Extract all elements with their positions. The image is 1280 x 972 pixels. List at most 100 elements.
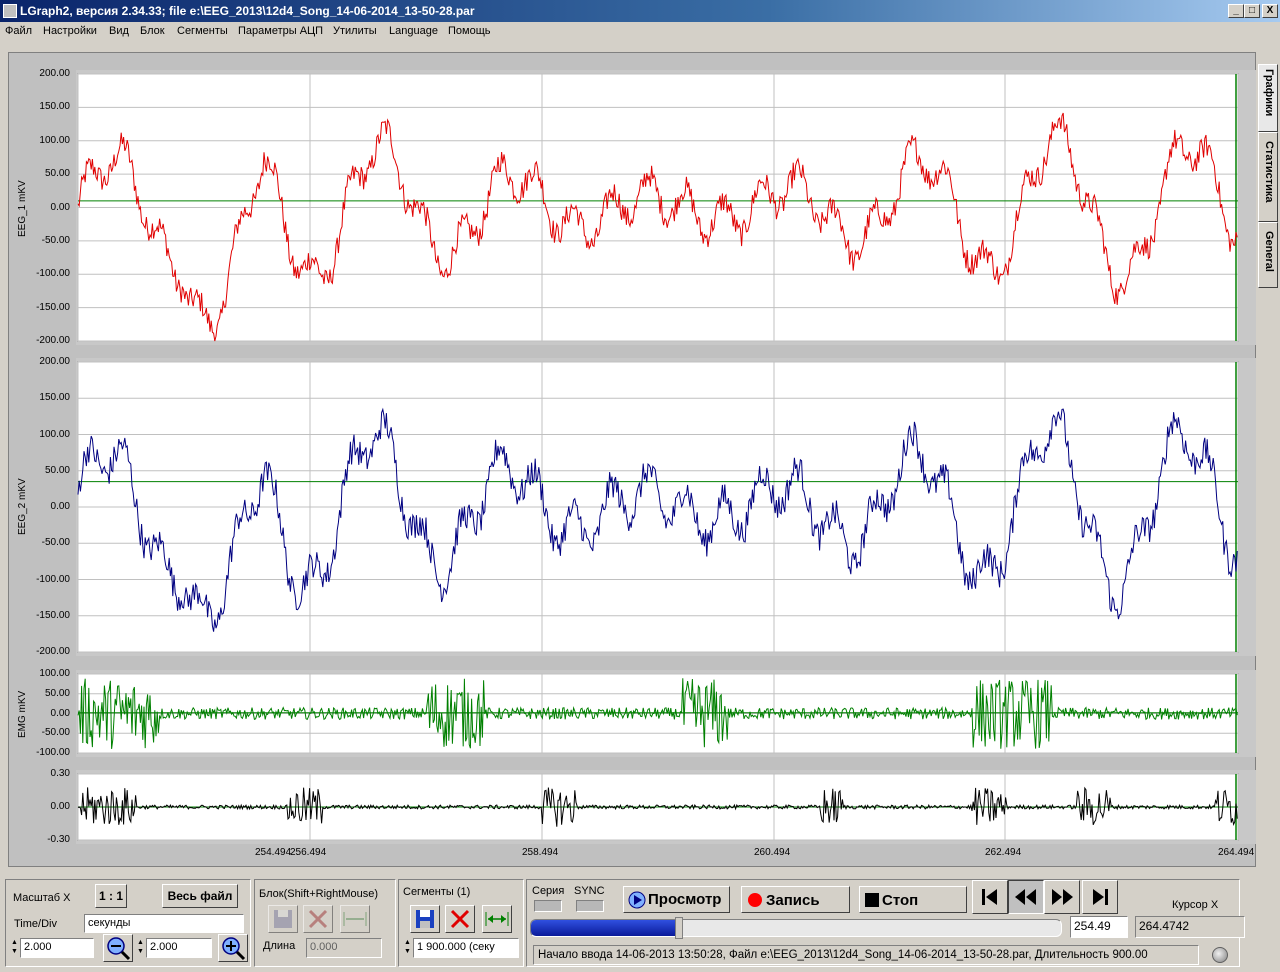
- y-tick-label: -100.00: [36, 573, 70, 585]
- zoom-out-button[interactable]: [103, 934, 133, 962]
- y-tick-label: 100.00: [39, 668, 70, 679]
- status-line: Начало ввода 14-06-2013 13:50:28, Файл e…: [533, 945, 1199, 965]
- y-tick-label: 0.00: [50, 201, 70, 213]
- y-tick-label: -50.00: [41, 537, 70, 549]
- ratio-button[interactable]: 1 : 1: [95, 884, 127, 908]
- tab-general-label: General: [1263, 231, 1275, 272]
- menu-view[interactable]: Вид: [109, 25, 129, 37]
- skip-start-icon: [982, 889, 997, 905]
- y-tick-label: -200.00: [36, 646, 70, 657]
- fit-icon: [343, 912, 367, 926]
- y-tick-label: 150.00: [39, 101, 70, 113]
- spin-b-icon[interactable]: ▲ ▼: [136, 938, 145, 958]
- series-indicator: [534, 900, 562, 912]
- y-tick-label: 50.00: [44, 464, 70, 476]
- y-tick-label: -50.00: [41, 727, 70, 739]
- tab-graphs-label: Графики: [1263, 69, 1275, 117]
- length-label: Длина: [263, 940, 296, 952]
- zoom-in-icon: [222, 937, 246, 961]
- record-button[interactable]: Запись: [741, 886, 850, 913]
- menu-segments[interactable]: Сегменты: [177, 25, 228, 37]
- whole-file-button[interactable]: Весь файл: [162, 884, 238, 908]
- menu-adc-params[interactable]: Параметры АЦП: [238, 25, 323, 37]
- segment-save-button[interactable]: [410, 905, 440, 933]
- timediv-label: Time/Div: [14, 918, 57, 930]
- block-fit-button[interactable]: [340, 905, 370, 933]
- fit-icon: [485, 912, 509, 926]
- y-tick-label: -50.00: [41, 234, 70, 246]
- zoom-out-icon: [107, 937, 131, 961]
- series-label: Серия: [532, 885, 565, 897]
- cursor-value: 264.4742: [1135, 916, 1245, 938]
- y-tick-label: 50.00: [44, 168, 70, 180]
- x-tick-label: 264.494: [1218, 847, 1255, 858]
- zoom-in-button[interactable]: [218, 934, 248, 962]
- y-tick-label: -150.00: [36, 301, 70, 313]
- minimize-button[interactable]: _: [1228, 4, 1244, 18]
- y-tick-label: 200.00: [39, 356, 70, 367]
- record-button-label: Запись: [766, 892, 820, 909]
- menu-file[interactable]: Файл: [5, 25, 32, 37]
- plot-frame: [8, 52, 1256, 867]
- record-icon: [748, 893, 762, 907]
- value-b-input[interactable]: 2.000: [146, 938, 212, 958]
- view-button[interactable]: Просмотр: [623, 886, 730, 913]
- tab-statistics-label: Статистика: [1263, 141, 1275, 203]
- x-tick-label: 254.494: [255, 847, 292, 858]
- menu-settings[interactable]: Настройки: [43, 25, 97, 37]
- app-icon: [3, 4, 17, 18]
- segment-delete-button[interactable]: [445, 905, 475, 933]
- close-button[interactable]: X: [1262, 4, 1278, 18]
- value-a-input[interactable]: 2.000: [20, 938, 94, 958]
- menu-help[interactable]: Помощь: [448, 25, 491, 37]
- block-delete-button[interactable]: [303, 905, 333, 933]
- fast-forward-button[interactable]: [1044, 880, 1080, 914]
- go-end-button[interactable]: [1082, 880, 1118, 914]
- menu-language[interactable]: Language: [389, 25, 438, 37]
- sync-label: SYNC: [574, 885, 605, 897]
- stop-icon: [865, 893, 879, 907]
- stop-button-label: Стоп: [882, 892, 919, 909]
- segment-fit-button[interactable]: [482, 905, 512, 933]
- cursor-label: Курсор X: [1172, 899, 1219, 911]
- tab-graphs[interactable]: Графики: [1258, 64, 1278, 132]
- save-icon: [416, 910, 434, 928]
- stop-button[interactable]: Стоп: [859, 886, 967, 913]
- y-tick-label: -100.00: [36, 747, 70, 758]
- window-title: LGraph2, версия 2.34.33; file e:\EEG_201…: [20, 4, 475, 18]
- rewind-button[interactable]: [1008, 880, 1044, 914]
- y-tick-label: 0.00: [50, 501, 70, 512]
- length-value: 0.000: [306, 938, 382, 958]
- y-tick-label: -0.30: [47, 834, 70, 845]
- y-tick-label: -200.00: [36, 335, 70, 346]
- segment-spin-icon[interactable]: ▲ ▼: [403, 938, 412, 958]
- position-input[interactable]: 254.49: [1070, 916, 1128, 938]
- x-tick-label: 256.494: [290, 847, 327, 858]
- y-tick-label: 100.00: [39, 134, 70, 146]
- y-tick-label: 0.30: [50, 768, 70, 779]
- menu-block[interactable]: Блок: [140, 25, 165, 37]
- y-tick-label: 200.00: [39, 68, 70, 79]
- block-save-button[interactable]: [268, 905, 298, 933]
- y-tick-label: -150.00: [36, 609, 70, 621]
- maximize-button[interactable]: □: [1244, 4, 1260, 18]
- x-tick-label: 262.494: [985, 847, 1022, 858]
- segments-title: Сегменты (1): [403, 886, 471, 898]
- tab-general[interactable]: General: [1258, 222, 1278, 288]
- menu-utilities[interactable]: Утилиты: [333, 25, 377, 37]
- go-start-button[interactable]: [972, 880, 1008, 914]
- delete-icon: [308, 909, 328, 929]
- x-tick-label: 260.494: [754, 847, 791, 858]
- tab-statistics[interactable]: Статистика: [1258, 132, 1278, 222]
- progress-track[interactable]: [530, 919, 1062, 937]
- segment-select[interactable]: 1 900.000 (секу: [413, 938, 519, 958]
- y-tick-label: 100.00: [39, 428, 70, 440]
- y-tick-label: 150.00: [39, 392, 70, 404]
- spin-a-icon[interactable]: ▲ ▼: [10, 938, 19, 958]
- units-select[interactable]: секунды: [84, 914, 244, 933]
- view-button-label: Просмотр: [648, 891, 722, 908]
- menu-bar: Файл Настройки Вид Блок Сегменты Парамет…: [0, 22, 1280, 41]
- fast-forward-icon: [1052, 889, 1073, 905]
- progress-thumb[interactable]: [674, 917, 683, 939]
- sync-indicator: [576, 900, 604, 912]
